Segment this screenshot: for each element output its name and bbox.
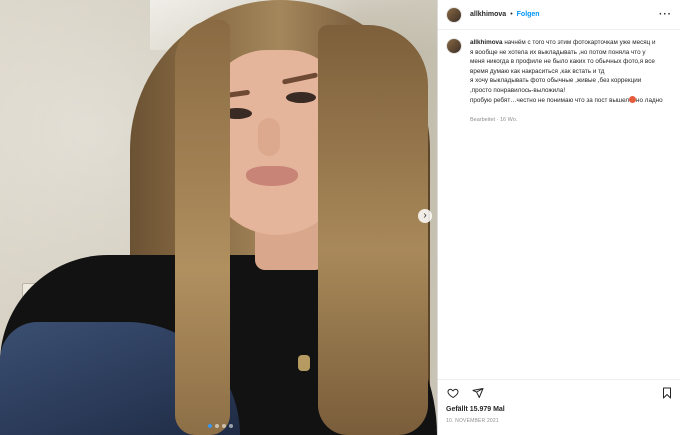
edited-timestamp: Bearbeitet · 16 Wo. (470, 117, 518, 124)
emoji-icon (629, 95, 637, 103)
bookmark-icon (662, 387, 671, 399)
carousel-next-button[interactable]: › (418, 209, 432, 223)
post-date: 10. NOVEMBER 2021 (446, 418, 499, 424)
photo-lips (246, 166, 298, 186)
caption-line: меня никогда в профиле не было каких то … (470, 58, 655, 66)
caption-username[interactable]: allkhimova (470, 39, 503, 46)
photo-hair-strand-right (318, 25, 428, 435)
caption: allkhimova начнём с того что этим фотока… (470, 38, 672, 123)
avatar[interactable] (446, 6, 462, 23)
caption-text: allkhimova начнём с того что этим фотока… (470, 38, 672, 105)
caption-line: но ладно (636, 96, 663, 104)
caption-line: я вообще не хотела их выкладывать ,но по… (470, 48, 646, 56)
like-button[interactable] (446, 387, 459, 400)
chevron-right-icon: › (423, 210, 427, 221)
caption-block: allkhimova начнём с того что этим фотока… (438, 30, 680, 123)
carousel-indicator (208, 424, 233, 428)
follow-button[interactable]: Folgen (517, 11, 540, 18)
post-footer: Gefällt 15.979 Mal 10. NOVEMBER 2021 (438, 379, 680, 435)
more-options-icon[interactable]: ··· (659, 9, 672, 20)
action-bar (446, 386, 673, 400)
photo-nose (258, 118, 280, 156)
post-side-panel: allkhimova • Folgen ··· allkhimova начнё… (437, 0, 680, 435)
carousel-dot (229, 424, 233, 428)
post-header: allkhimova • Folgen ··· (438, 0, 680, 30)
share-button[interactable] (471, 387, 484, 400)
header-username[interactable]: allkhimova (470, 11, 506, 18)
post-photo[interactable]: › (0, 0, 437, 435)
post-dialog: › allkhimova • Folgen ··· allkhimova нач… (0, 0, 680, 435)
send-icon (472, 388, 483, 398)
heart-icon (446, 388, 459, 399)
caption-line: пробую ребят…честно не понимаю что за по… (470, 96, 630, 104)
caption-line: время думаю как накраситься ,как встать … (470, 67, 605, 75)
photo-hair-strand-left (175, 20, 230, 435)
caption-avatar[interactable] (446, 38, 462, 54)
carousel-dot (215, 424, 219, 428)
caption-line: я хочу выкладывать фото обычные ,живые ,… (470, 77, 642, 85)
caption-line: ,просто понравилось-выложила! (470, 86, 566, 94)
save-button[interactable] (660, 387, 673, 400)
photo-eye-right (286, 92, 316, 103)
carousel-dot-active (208, 424, 212, 428)
likes-count[interactable]: Gefällt 15.979 Mal (446, 406, 673, 413)
caption-line: начнём с того что этим фотокарточкам уже… (504, 39, 656, 46)
header-separator: • (510, 11, 513, 18)
carousel-dot (222, 424, 226, 428)
photo-pendant (298, 355, 310, 371)
